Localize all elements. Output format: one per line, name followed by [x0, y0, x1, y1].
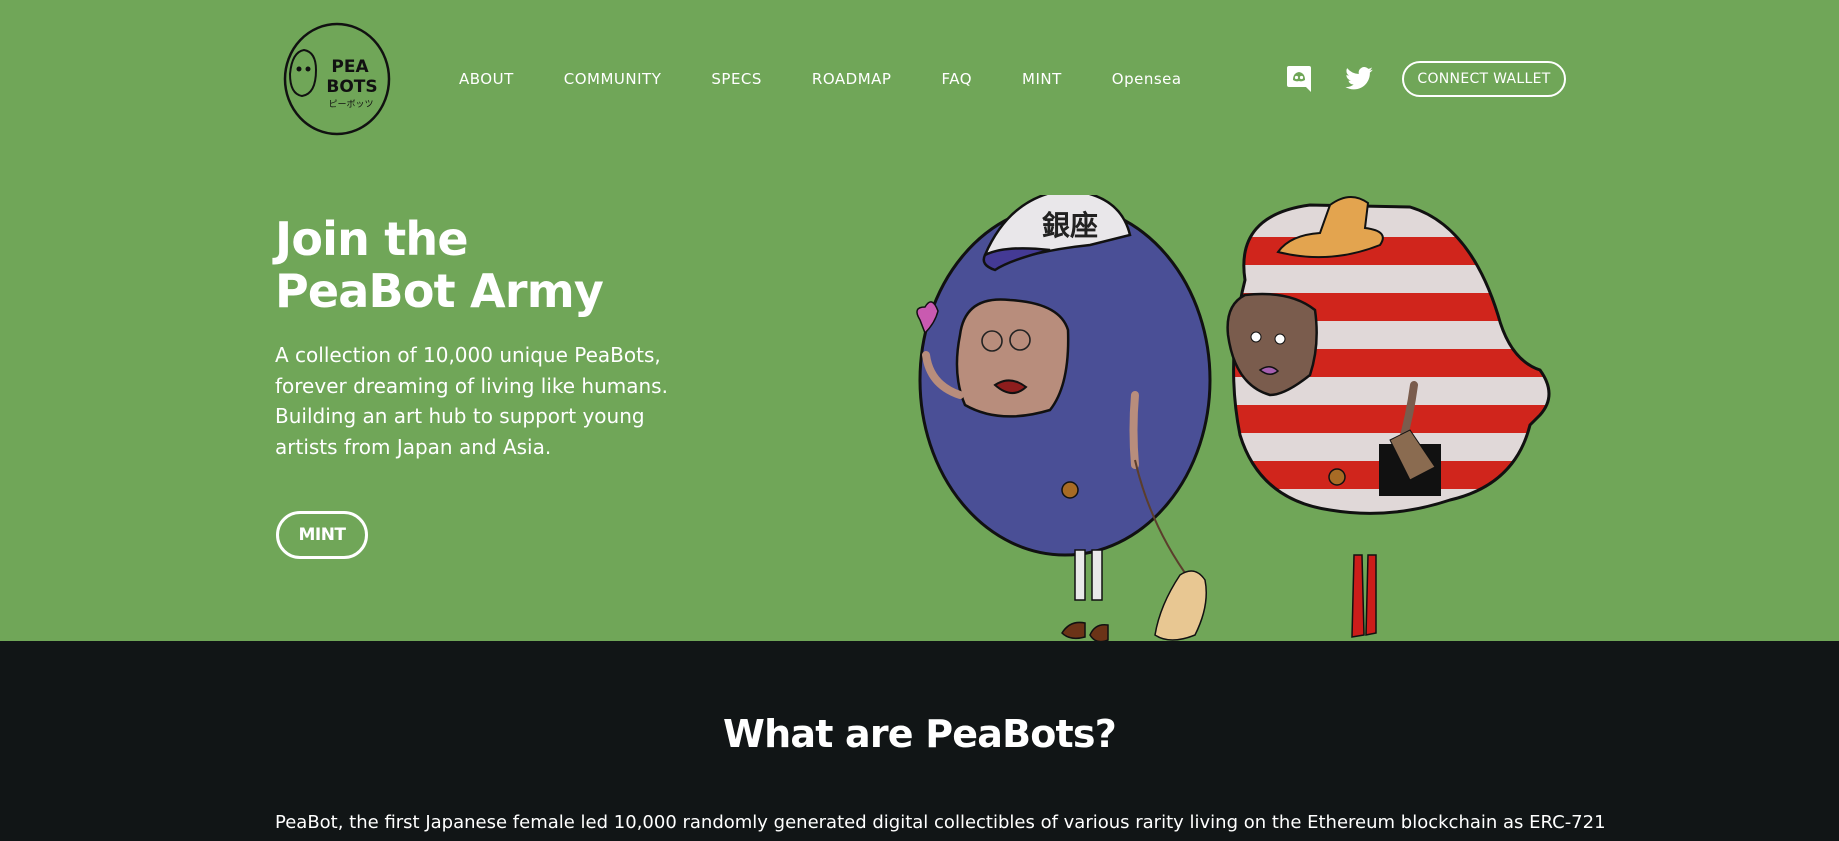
- hero-description: A collection of 10,000 unique PeaBots, f…: [275, 340, 705, 462]
- peabots-logo[interactable]: PEA BOTS ピーボッツ: [282, 22, 392, 137]
- hero-title: Join the PeaBot Army: [275, 212, 604, 318]
- hero-title-line2: PeaBot Army: [275, 264, 604, 318]
- about-text: PeaBot, the first Japanese female led 10…: [275, 812, 1606, 833]
- svg-text:ピーボッツ: ピーボッツ: [328, 99, 373, 110]
- twitter-icon[interactable]: [1344, 64, 1374, 94]
- nav-faq[interactable]: FAQ: [941, 70, 972, 88]
- nav-opensea[interactable]: Opensea: [1112, 70, 1182, 88]
- cap-text: 銀座: [1042, 209, 1098, 242]
- peabot-characters-illustration: 銀座: [916, 195, 1551, 641]
- hero-description-line: forever dreaming of living like humans.: [275, 373, 668, 398]
- svg-text:PEA: PEA: [331, 57, 369, 77]
- hero-description-line: Building an art hub to support young: [275, 404, 645, 428]
- main-nav: ABOUT COMMUNITY SPECS ROADMAP FAQ MINT O…: [459, 70, 1232, 88]
- nav-mint[interactable]: MINT: [1022, 70, 1062, 88]
- hero-description-line: A collection of 10,000 unique PeaBots,: [275, 343, 661, 367]
- about-title: What are PeaBots?: [723, 712, 1117, 756]
- nav-specs[interactable]: SPECS: [711, 70, 762, 88]
- hero-description-line: artists from Japan and Asia.: [275, 434, 552, 459]
- discord-icon[interactable]: [1284, 64, 1314, 94]
- nav-about[interactable]: ABOUT: [459, 70, 514, 88]
- hero-mint-button[interactable]: MINT: [276, 511, 368, 559]
- hero-title-line1: Join the: [275, 212, 469, 266]
- connect-wallet-button[interactable]: CONNECT WALLET: [1402, 61, 1566, 97]
- hero-section: PEA BOTS ピーボッツ ABOUT COMMUNITY SPECS ROA…: [0, 0, 1839, 641]
- nav-community[interactable]: COMMUNITY: [564, 70, 662, 88]
- svg-text:BOTS: BOTS: [326, 77, 377, 97]
- nav-roadmap[interactable]: ROADMAP: [812, 70, 892, 88]
